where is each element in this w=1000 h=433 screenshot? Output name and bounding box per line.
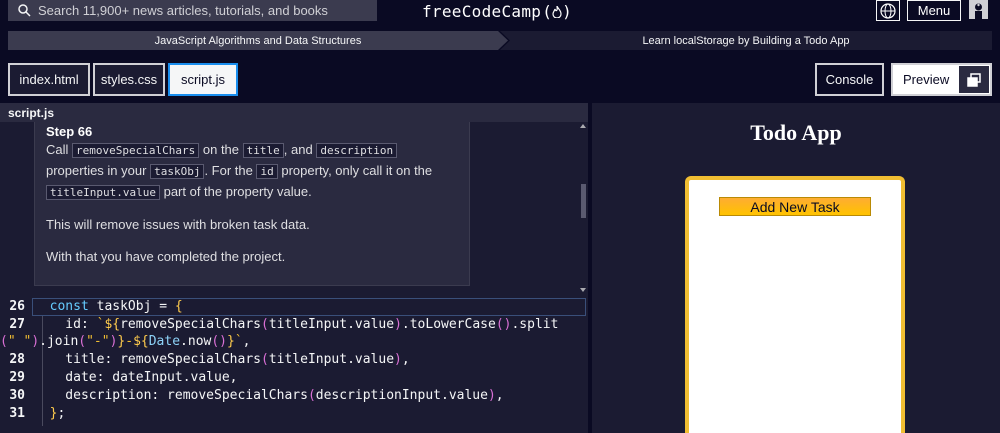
scrollbar-thumb[interactable] xyxy=(581,184,586,218)
instruction-text: properties in your xyxy=(46,163,147,178)
code-line: const taskObj = { xyxy=(49,299,183,314)
globe-icon xyxy=(880,2,896,19)
instruction-text: property, only call it on the xyxy=(281,163,433,178)
preview-popout-icon[interactable] xyxy=(959,66,989,93)
search-icon xyxy=(18,4,31,17)
inline-code: removeSpecialChars xyxy=(72,143,200,158)
breadcrumb: JavaScript Algorithms and Data Structure… xyxy=(8,31,992,50)
preview-button[interactable]: Preview xyxy=(891,63,992,96)
step-instructions: Step 66 Call removeSpecialChars on the t… xyxy=(34,122,470,286)
tab-script-js[interactable]: script.js xyxy=(168,63,238,96)
instruction-text: Call xyxy=(46,142,69,157)
search-bar[interactable]: Search 11,900+ news articles, tutorials,… xyxy=(8,0,377,21)
line-number: 27 xyxy=(9,317,25,332)
menu-button[interactable]: Menu xyxy=(907,0,961,21)
line-number: 31 xyxy=(9,406,25,421)
code-line: title: removeSpecialChars(titleInput.val… xyxy=(34,352,410,367)
user-avatar-icon xyxy=(975,3,982,19)
flame-icon: () xyxy=(542,1,573,21)
language-globe-button[interactable] xyxy=(876,0,900,21)
inline-code: titleInput.value xyxy=(46,185,160,200)
todo-app-title: Todo App xyxy=(750,120,842,145)
code-area[interactable]: 26 const taskObj = { 27 id: `${removeSpe… xyxy=(0,296,588,433)
code-line: id: `${removeSpecialChars(titleInput.val… xyxy=(34,317,559,332)
inline-code: id xyxy=(256,164,278,179)
code-line-wrap: (" ").join("-")}-${Date.now()}`, xyxy=(0,334,251,349)
avatar[interactable] xyxy=(969,0,988,19)
step-heading: Step 66 xyxy=(46,124,93,139)
instruction-text: part of the property value. xyxy=(163,184,312,199)
tab-index-html[interactable]: index.html xyxy=(8,63,90,96)
scroll-down-arrow-icon[interactable] xyxy=(580,288,586,292)
instruction-text: . For the xyxy=(204,163,253,178)
console-button[interactable]: Console xyxy=(815,63,884,96)
instruction-text: , and xyxy=(283,142,313,157)
scroll-up-arrow-icon[interactable] xyxy=(580,124,586,128)
inline-code: title xyxy=(242,143,284,158)
instruction-text: on the xyxy=(202,142,240,157)
line-number: 29 xyxy=(9,370,25,385)
editor-pane-title: script.js xyxy=(0,103,588,122)
instruction-paragraph: Call removeSpecialChars on the title, an… xyxy=(46,140,457,203)
instruction-paragraph-2: This will remove issues with broken task… xyxy=(46,217,310,232)
add-new-task-button[interactable]: Add New Task xyxy=(719,197,871,216)
line-number: 30 xyxy=(9,388,25,403)
preview-label: Preview xyxy=(903,72,950,87)
code-line: description: removeSpecialChars(descript… xyxy=(34,388,504,403)
inline-code: description xyxy=(316,143,398,158)
inline-code: taskObj xyxy=(150,164,205,179)
line-number: 26 xyxy=(9,299,25,314)
line-number: 28 xyxy=(9,352,25,367)
breadcrumb-project[interactable]: Learn localStorage by Building a Todo Ap… xyxy=(500,31,992,50)
code-line: }; xyxy=(49,406,66,421)
code-line: date: dateInput.value, xyxy=(34,370,238,385)
top-nav: Search 11,900+ news articles, tutorials,… xyxy=(0,0,1000,22)
fcc-logo[interactable]: freeCodeCamp() xyxy=(422,0,572,22)
logo-text: freeCodeCamp xyxy=(422,1,542,21)
search-placeholder: Search 11,900+ news articles, tutorials,… xyxy=(38,3,328,18)
tab-styles-css[interactable]: styles.css xyxy=(93,63,165,96)
instruction-paragraph-3: With that you have completed the project… xyxy=(46,249,286,264)
code-editor[interactable]: Step 66 Call removeSpecialChars on the t… xyxy=(0,122,588,433)
breadcrumb-course[interactable]: JavaScript Algorithms and Data Structure… xyxy=(8,31,508,50)
